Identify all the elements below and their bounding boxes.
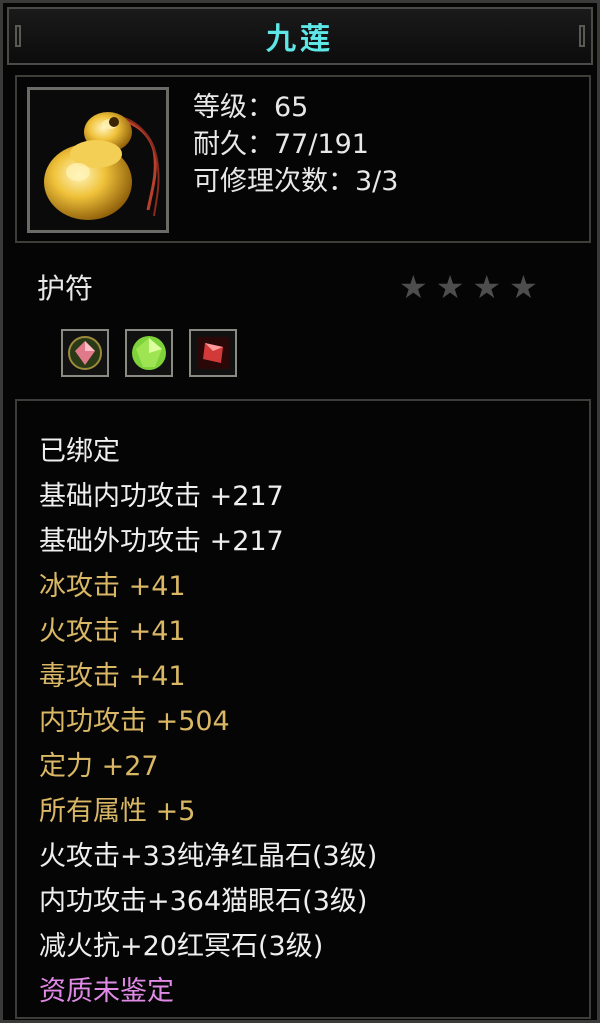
item-tooltip: 九莲 等级：65 耐久：77/191 可修理次数：3/3 护符 ★ ★ ★ ★ … [0, 0, 600, 1023]
green-gem-icon [132, 336, 166, 370]
gem-slot-3[interactable] [189, 329, 237, 377]
property-line: 已绑定 [39, 436, 120, 467]
property-line: 资质未鉴定 [39, 976, 174, 1007]
red-gem-icon [197, 337, 229, 369]
property-line: 火攻击+33纯净红晶石(3级) [39, 841, 378, 872]
title-bar: 九莲 [7, 7, 593, 65]
gem-slot-2[interactable] [125, 329, 173, 377]
item-type: 护符 [37, 272, 94, 305]
property-list: 已绑定基础内功攻击 +217 基础外功攻击 +217 冰攻击 +41 火攻击 +41 毒… [17, 401, 589, 1014]
property-line: 火攻击 +41 [39, 616, 186, 647]
star-icon: ★ [435, 268, 465, 306]
property-line: 减火抗+20红冥石(3级) [39, 931, 324, 962]
property-line: 冰攻击 +41 [39, 571, 186, 602]
property-line: 基础外功攻击 +217 [39, 526, 284, 557]
property-line: 毒攻击 +41 [39, 661, 186, 692]
item-icon-frame [27, 87, 169, 233]
gem-slots [61, 329, 237, 377]
item-properties: 已绑定基础内功攻击 +217 基础外功攻击 +217 冰攻击 +41 火攻击 +41 毒… [15, 399, 591, 1019]
property-line: 基础内功攻击 +217 [39, 481, 284, 512]
gem-slot-1[interactable] [61, 329, 109, 377]
title-bar-ornament-left [15, 25, 21, 47]
item-stats: 等级：65 耐久：77/191 可修理次数：3/3 [193, 89, 398, 200]
item-level: 等级：65 [193, 92, 309, 123]
title-bar-ornament-right [579, 25, 585, 47]
property-line: 所有属性 +5 [39, 796, 196, 827]
gourd-amulet-icon [44, 112, 160, 220]
item-durability: 耐久：77/191 [193, 129, 369, 160]
star-rating: ★ ★ ★ ★ [399, 271, 538, 303]
star-icon: ★ [509, 268, 538, 306]
property-line: 定力 +27 [39, 751, 159, 782]
star-icon: ★ [472, 268, 502, 306]
item-header: 等级：65 耐久：77/191 可修理次数：3/3 [15, 75, 591, 243]
pink-gem-icon [68, 336, 102, 370]
item-repair-count: 可修理次数：3/3 [193, 166, 399, 197]
item-name: 九莲 [266, 22, 334, 57]
property-line: 内功攻击 +504 [39, 706, 230, 737]
property-line: 内功攻击+364猫眼石(3级) [39, 886, 368, 917]
star-icon: ★ [399, 268, 428, 306]
